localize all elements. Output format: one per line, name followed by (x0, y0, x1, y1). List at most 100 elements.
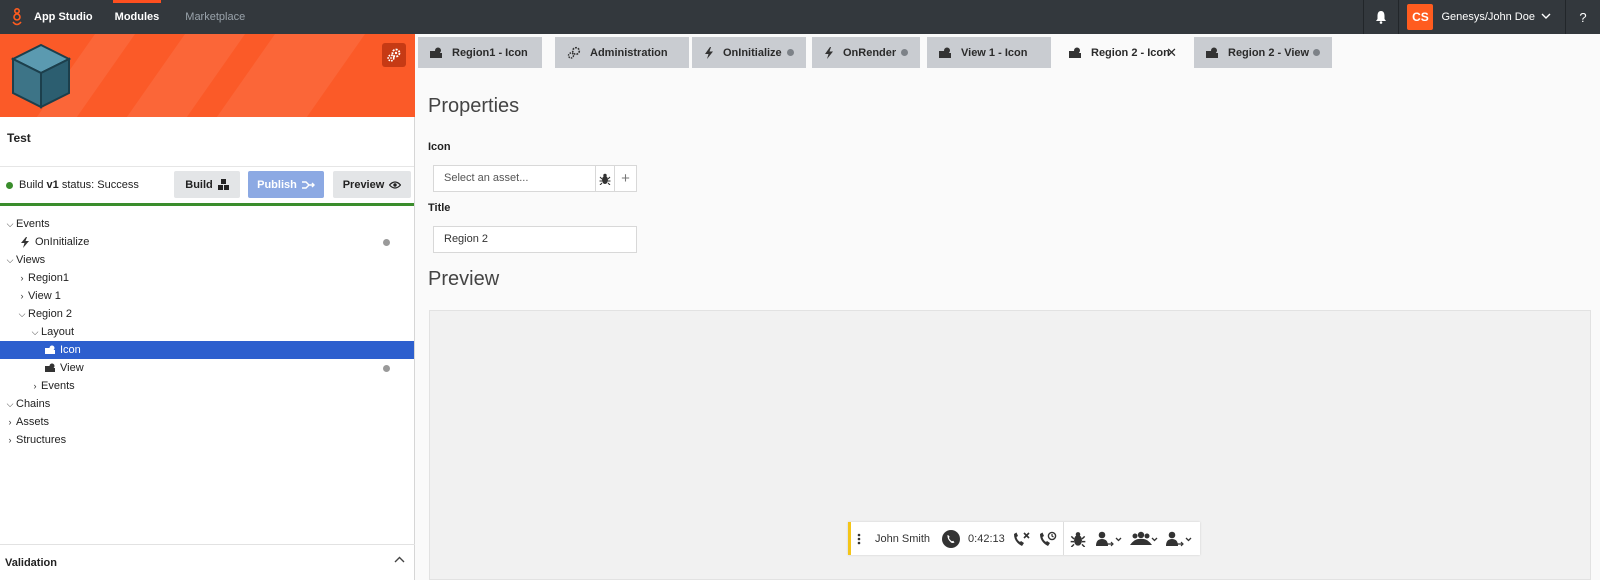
settings-button[interactable] (382, 43, 406, 67)
blocks-icon (217, 179, 229, 190)
transfer-user-icon[interactable] (1095, 531, 1122, 547)
call-timer: 0:42:13 (968, 532, 1005, 545)
properties-heading: Properties (428, 95, 520, 117)
icon-field-label: Icon (428, 141, 451, 153)
tab-label: View 1 - Icon (961, 46, 1028, 59)
chevron-right-icon[interactable]: › (16, 273, 28, 283)
avatar[interactable]: CS (1407, 4, 1434, 30)
unsaved-dot (383, 238, 390, 246)
project-banner (0, 34, 415, 117)
tree-item-icon[interactable]: Icon (0, 341, 414, 359)
call-toolbar: John Smith 0:42:13 (848, 522, 1200, 555)
tree-item-view[interactable]: View (0, 359, 414, 377)
unsaved-dot (787, 49, 794, 56)
divider (1398, 0, 1400, 34)
tree-item-structures[interactable]: › Structures (0, 431, 414, 449)
title-input[interactable]: Region 2 (433, 226, 637, 253)
tab-label: Region 2 - Icon (1091, 46, 1170, 59)
tab-administration[interactable]: Administration (555, 37, 689, 68)
build-status-prefix: Build (19, 179, 47, 191)
build-button[interactable]: Build (174, 171, 240, 198)
eye-icon (389, 180, 402, 189)
nav-modules[interactable]: Modules (112, 0, 161, 34)
tab-oninitialize[interactable]: OnInitialize (692, 37, 806, 68)
tab-onrender[interactable]: OnRender (812, 37, 920, 68)
help-button[interactable]: ? (1566, 0, 1600, 34)
chevron-right-icon[interactable]: › (16, 291, 28, 301)
tree-item-events[interactable]: ⌵ Events (0, 215, 414, 233)
chevron-up-icon[interactable] (394, 556, 405, 563)
add-asset-button[interactable]: + (615, 166, 636, 191)
unsaved-dot (1313, 49, 1320, 56)
tree-item-region1[interactable]: › Region1 (0, 269, 414, 287)
project-tree: ⌵ Events OnInitialize ⌵ Views › Region1 › Vi… (0, 206, 414, 449)
tree-item-region2-events[interactable]: › Events (0, 377, 414, 395)
chevron-right-icon[interactable]: › (4, 435, 16, 445)
genesys-logo-icon[interactable] (0, 0, 34, 34)
tree-item-oninitialize[interactable]: OnInitialize (0, 233, 414, 251)
validation-panel-header[interactable]: Validation (0, 544, 415, 580)
validation-label: Validation (5, 556, 57, 569)
build-status-suffix: status: Success (58, 179, 139, 191)
tree-label: Views (16, 254, 46, 266)
tree-item-region2[interactable]: ⌵ Region 2 (0, 305, 414, 323)
tree-item-chains[interactable]: ⌵ Chains (0, 395, 414, 413)
tab-label: Region1 - Icon (452, 46, 528, 59)
tree-item-layout[interactable]: ⌵ Layout (0, 323, 414, 341)
tree-item-views[interactable]: ⌵ Views (0, 251, 414, 269)
tab-region2-view[interactable]: Region 2 - View (1194, 37, 1332, 68)
chevron-down-icon[interactable]: ⌵ (16, 309, 28, 320)
preview-heading: Preview (428, 268, 500, 290)
tab-region2-icon[interactable]: Region 2 - Icon ✕ (1057, 37, 1189, 68)
project-name: Test (0, 117, 414, 167)
unsaved-dot (901, 49, 908, 56)
top-bar: App Studio Modules Marketplace CS Genesy… (0, 0, 1600, 34)
tree-label: Layout (41, 326, 75, 338)
chevron-right-icon[interactable]: › (4, 417, 16, 427)
puzzle-icon (1069, 47, 1082, 58)
user-name[interactable]: Genesys/John Doe (1441, 11, 1535, 23)
close-icon[interactable]: ✕ (1166, 45, 1177, 61)
build-status: Build v1 status: Success (19, 179, 139, 191)
bolt-icon (21, 236, 29, 248)
tree-label: View (60, 362, 84, 374)
bell-icon[interactable] (1364, 0, 1398, 34)
cube-icon (10, 43, 72, 109)
chevron-down-icon[interactable] (1541, 11, 1551, 23)
chevron-right-icon[interactable]: › (29, 381, 41, 391)
gears-icon (387, 48, 401, 62)
divider (1062, 522, 1064, 555)
bug-icon[interactable] (596, 166, 616, 191)
puzzle-icon (45, 345, 55, 354)
chevron-down-icon[interactable]: ⌵ (4, 255, 16, 266)
tree-label: View 1 (28, 290, 61, 302)
chevron-down-icon[interactable]: ⌵ (4, 399, 16, 410)
conference-users-icon[interactable] (1129, 531, 1158, 547)
tree-label: Chains (16, 398, 51, 410)
tab-label: Region 2 - View (1228, 46, 1310, 59)
tab-region1-icon[interactable]: Region1 - Icon (418, 37, 542, 68)
tree-item-assets[interactable]: › Assets (0, 413, 414, 431)
nav-marketplace[interactable]: Marketplace (185, 0, 245, 34)
tab-view1-icon[interactable]: View 1 - Icon (927, 37, 1051, 68)
preview-button[interactable]: Preview (333, 171, 411, 198)
publish-button[interactable]: Publish (248, 171, 324, 198)
chevron-down-icon[interactable]: ⌵ (4, 219, 16, 230)
tree-label: Region 2 (28, 308, 73, 320)
chevron-down-icon[interactable]: ⌵ (29, 327, 41, 338)
puzzle-icon (430, 47, 443, 58)
tab-label: OnRender (843, 46, 897, 59)
consult-transfer-icon[interactable] (1165, 531, 1192, 547)
publish-button-label: Publish (257, 178, 297, 191)
kebab-menu-icon[interactable] (851, 533, 867, 545)
unsaved-dot (383, 364, 390, 372)
tree-label: Events (41, 380, 75, 392)
tree-label: Region1 (28, 272, 69, 284)
end-call-icon[interactable] (1013, 531, 1031, 547)
asset-select-input[interactable]: Select an asset... (434, 166, 596, 191)
bug-icon[interactable] (1070, 531, 1086, 547)
hold-call-icon[interactable] (1039, 531, 1057, 547)
tree-item-view1[interactable]: › View 1 (0, 287, 414, 305)
editor-tabs: Region1 - Icon Administration OnInitiali… (415, 34, 1600, 68)
build-button-label: Build (185, 178, 213, 191)
